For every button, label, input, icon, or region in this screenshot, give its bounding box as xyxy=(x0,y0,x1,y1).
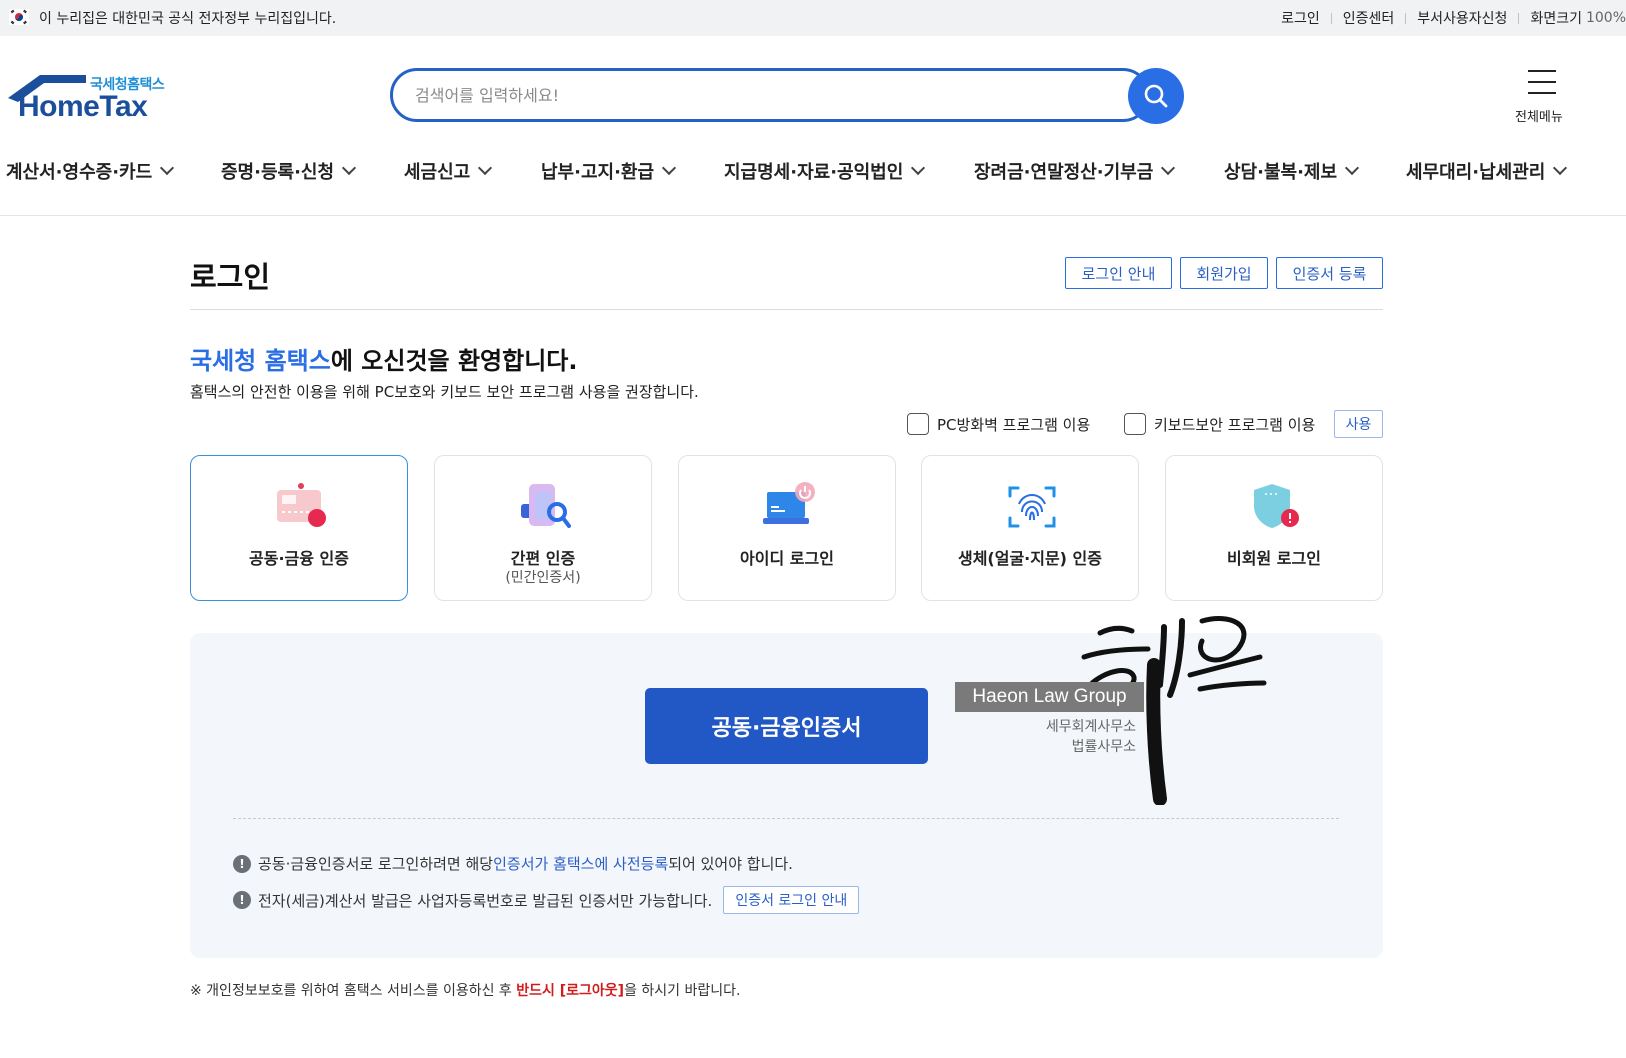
watermark-line2: 법률사무소 xyxy=(1071,739,1136,755)
util-login-link[interactable]: 로그인 xyxy=(1281,8,1320,28)
zoom-value[interactable]: 100% xyxy=(1586,10,1626,26)
util-zoom-label[interactable]: 화면크기 xyxy=(1530,8,1582,28)
card-title: 공동·금융 인증 xyxy=(249,549,349,568)
divider xyxy=(190,309,1383,310)
nav-tax-agent[interactable]: 세무대리·납세관리 xyxy=(1406,158,1568,184)
card-title: 비회원 로그인 xyxy=(1227,549,1321,568)
gov-banner-text[interactable]: 이 누리집은 대한민국 공식 전자정부 누리집입니다. xyxy=(39,8,336,28)
hometax-logo[interactable]: 국세청홈택스 HomeTax xyxy=(6,72,176,128)
logout-reminder: ※ 개인정보보호를 위하여 홈택스 서비스를 이용하신 후 반드시 [로그아웃]… xyxy=(190,980,740,1000)
util-cert-center-link[interactable]: 인증센터 xyxy=(1343,8,1395,28)
divider xyxy=(1405,12,1407,24)
nav-label: 세무대리·납세관리 xyxy=(1406,162,1546,183)
firewall-label: PC방화벽 프로그램 이용 xyxy=(937,415,1091,434)
notice-item: ! 공동·금융인증서로 로그인하려면 해당 인증서가 홈택스에 사전등록 되어 있… xyxy=(233,853,793,874)
chevron-down-icon xyxy=(160,160,175,176)
nav-incentive-yearend[interactable]: 장려금·연말정산·기부금 xyxy=(974,158,1176,184)
firewall-checkbox[interactable]: PC방화벽 프로그램 이용 xyxy=(907,413,1090,435)
all-menu-button[interactable]: 전체메뉴 xyxy=(1510,68,1574,128)
divider xyxy=(1330,12,1332,24)
checkbox-box[interactable] xyxy=(907,413,929,435)
reminder-emphasis: 반드시 [로그아웃] xyxy=(516,983,625,999)
search-icon xyxy=(1144,84,1168,108)
divider xyxy=(1518,12,1520,24)
welcome-text: 에 오신것을 환영합니다. xyxy=(330,347,578,375)
chevron-down-icon xyxy=(661,160,677,176)
chevron-down-icon xyxy=(1161,160,1176,176)
card-biometric-auth[interactable]: 생체(얼굴·지문) 인증 xyxy=(921,455,1139,601)
notice-text: 전자(세금)계산서 발급은 사업자등록번호로 발급된 인증서만 가능합니다. xyxy=(258,891,713,910)
card-guest-login[interactable]: 비회원 로그인 xyxy=(1165,455,1383,601)
nav-tax-filing[interactable]: 세금신고 xyxy=(404,158,493,184)
card-title: 아이디 로그인 xyxy=(740,549,834,568)
nav-certificate-registration[interactable]: 증명·등록·신청 xyxy=(221,158,357,184)
nav-label: 장려금·연말정산·기부금 xyxy=(974,162,1154,183)
card-simple-auth[interactable]: 간편 인증 (민간인증서) xyxy=(434,455,652,601)
logo-wordmark: HomeTax xyxy=(18,90,148,123)
card-subtitle: (민간인증서) xyxy=(505,570,581,586)
nav-label: 계산서·영수증·카드 xyxy=(6,162,153,183)
keyboard-security-label: 키보드보안 프로그램 이용 xyxy=(1154,415,1316,434)
nav-payment-statement[interactable]: 지급명세·자료·공익법인 xyxy=(724,158,926,184)
reminder-text: 을 하시기 바랍니다. xyxy=(624,983,741,999)
card-joint-financial-cert[interactable]: 공동·금융 인증 xyxy=(190,455,408,601)
nav-consult-appeal[interactable]: 상담·불복·제보 xyxy=(1224,158,1360,184)
gov-banner: 이 누리집은 대한민국 공식 전자정부 누리집입니다. 로그인 인증센터 부서사… xyxy=(0,0,1626,36)
notice-text: 되어 있어야 합니다. xyxy=(668,855,793,873)
keyboard-security-checkbox[interactable]: 키보드보안 프로그램 이용 xyxy=(1124,413,1315,435)
shield-alert-icon xyxy=(1254,484,1299,528)
chevron-down-icon xyxy=(1553,160,1568,176)
card-title: 생체(얼굴·지문) 인증 xyxy=(957,549,1103,568)
chevron-down-icon xyxy=(911,160,926,176)
checkbox-box[interactable] xyxy=(1124,413,1146,435)
all-menu-label: 전체메뉴 xyxy=(1515,110,1563,125)
utility-links: 로그인 인증센터 부서사용자신청 화면크기 100% xyxy=(1281,8,1626,28)
hamburger-icon xyxy=(1528,70,1556,103)
certificate-icon xyxy=(277,483,326,527)
nav-label: 상담·불복·제보 xyxy=(1224,162,1338,183)
alert-icon: ! xyxy=(233,891,251,909)
login-guide-button[interactable]: 로그인 안내 xyxy=(1065,257,1172,289)
dashed-divider xyxy=(233,818,1339,819)
chevron-down-icon xyxy=(1344,160,1360,176)
util-dept-user-link[interactable]: 부서사용자신청 xyxy=(1417,8,1507,28)
nav-invoice-receipt-card[interactable]: 계산서·영수증·카드 xyxy=(6,158,175,184)
main-navigation: 계산서·영수증·카드 증명·등록·신청 세금신고 납부·고지·환급 지급명세·자… xyxy=(0,148,1626,216)
alert-icon: ! xyxy=(233,854,251,873)
nav-label: 지급명세·자료·공익법인 xyxy=(724,162,904,183)
laptop-power-icon xyxy=(763,482,815,524)
search-box xyxy=(390,68,1150,122)
use-button[interactable]: 사용 xyxy=(1334,410,1383,438)
welcome-subtext: 홈택스의 안전한 이용을 위해 PC보호와 키보드 보안 프로그램 사용을 권장… xyxy=(190,383,699,401)
register-certificate-button[interactable]: 인증서 등록 xyxy=(1276,257,1383,289)
nav-label: 증명·등록·신청 xyxy=(221,162,335,183)
search-input[interactable] xyxy=(415,83,1115,107)
welcome-heading: 국세청 홈택스에 오신것을 환영합니다. xyxy=(190,341,577,376)
card-title: 간편 인증 xyxy=(510,549,576,568)
search-button[interactable] xyxy=(1128,68,1184,124)
signup-button[interactable]: 회원가입 xyxy=(1180,257,1268,289)
notice-link[interactable]: 인증서가 홈택스에 사전등록 xyxy=(493,853,668,874)
watermark-title: Haeon Law Group xyxy=(955,682,1144,712)
korean-flag-icon xyxy=(9,9,29,25)
nav-label: 세금신고 xyxy=(404,162,471,183)
nav-label: 납부·고지·환급 xyxy=(541,162,655,183)
joint-financial-cert-button[interactable]: 공동·금융인증서 xyxy=(645,688,928,764)
welcome-highlight: 국세청 홈택스 xyxy=(190,347,331,375)
chevron-down-icon xyxy=(478,160,493,176)
cert-login-guide-button[interactable]: 인증서 로그인 안내 xyxy=(723,886,860,914)
page-title: 로그인 xyxy=(190,260,271,294)
nav-payment-refund[interactable]: 납부·고지·환급 xyxy=(541,158,677,184)
chevron-down-icon xyxy=(341,160,357,176)
notice-item: ! 전자(세금)계산서 발급은 사업자등록번호로 발급된 인증서만 가능합니다.… xyxy=(233,886,860,914)
simple-auth-icon xyxy=(521,484,571,528)
fingerprint-icon xyxy=(1008,486,1056,528)
notice-text: 공동·금융인증서로 로그인하려면 해당 xyxy=(258,855,494,873)
watermark-line1: 세무회계사무소 xyxy=(1045,719,1136,735)
reminder-text: ※ 개인정보보호를 위하여 홈택스 서비스를 이용하신 후 xyxy=(190,983,517,999)
card-id-login[interactable]: 아이디 로그인 xyxy=(678,455,896,601)
